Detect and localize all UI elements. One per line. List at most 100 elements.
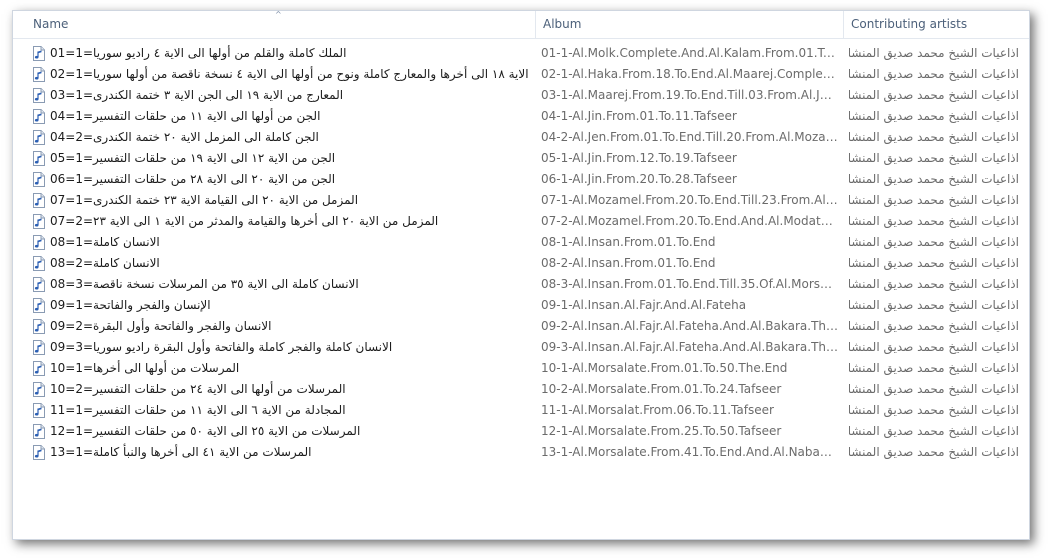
cell-name: المرسلات من الاية ٢٥ الى الاية ٥٠ من حلق… <box>33 421 533 442</box>
cell-name: الجن كاملة الى المزمل الاية ٢٠ ختمة الكن… <box>33 127 533 148</box>
cell-album: 08-1-Al.Insan.From.01.To.End <box>541 235 716 249</box>
cell-name: الجن من أولها الى الاية ١١ من حلقات التف… <box>33 106 533 127</box>
cell-album: 10-1-Al.Morsalate.From.01.To.50.The.End <box>541 361 788 375</box>
audio-file-icon <box>33 361 45 376</box>
cell-contributing-artist: اذاعيات الشيخ محمد صديق المنشاوى <box>849 88 1019 102</box>
table-row[interactable]: الانسان كاملة=1=08 08-1-Al.Insan.From.01.… <box>13 232 1029 253</box>
audio-file-icon <box>33 319 45 334</box>
cell-name: الانسان والفجر والفاتحة وأول البقرة=2=09 <box>33 316 533 337</box>
table-row[interactable]: المجادلة من الاية ٦ الى الاية ١١ من حلقا… <box>13 400 1029 421</box>
table-row[interactable]: المزمل من الاية ٢٠ الى القيامة الاية ٢٣ … <box>13 190 1029 211</box>
audio-file-icon <box>33 88 45 103</box>
table-row[interactable]: الحاقة من الاية ١٨ الى أخرها والمعارج كا… <box>13 64 1029 85</box>
file-name: المزمل من الاية ٢٠ الى أخرها والقيامة وا… <box>50 214 439 228</box>
column-header-contributing-artists[interactable]: Contributing artists <box>843 11 1029 38</box>
cell-album: 07-2-Al.Mozamel.From.20.To.End.And.Al.Mo… <box>541 214 839 228</box>
cell-contributing-artist: اذاعيات الشيخ محمد صديق المنشاوى <box>849 403 1019 417</box>
table-row[interactable]: الجن من الاية ١٢ الى الاية ١٩ من حلقات ا… <box>13 148 1029 169</box>
cell-album: 11-1-Al.Morsalat.From.06.To.11.Tafseer <box>541 403 774 417</box>
cell-album: 08-3-Al.Insan.From.01.To.End.Till.35.Of.… <box>541 277 839 291</box>
file-name: المرسلات من أولها الى الاية ٢٤ من حلقات … <box>50 382 346 396</box>
cell-album: 05-1-Al.Jin.From.12.To.19.Tafseer <box>541 151 737 165</box>
file-name: المرسلات من الاية ٢٥ الى الاية ٥٠ من حلق… <box>50 424 361 438</box>
file-name: المرسلات من أولها الى أخرها=1=10 <box>50 361 240 375</box>
cell-album: 09-1-Al.Insan.Al.Fajr.And.Al.Fateha <box>541 298 747 312</box>
audio-file-icon <box>33 256 45 271</box>
file-name: الانسان كاملة الى الاية ٣٥ من المرسلات ن… <box>50 277 359 291</box>
cell-album: 09-3-Al.Insan.Al.Fajr.Al.Fateha.And.Al.B… <box>541 340 839 354</box>
table-row[interactable]: الانسان كاملة الى الاية ٣٥ من المرسلات ن… <box>13 274 1029 295</box>
cell-album: 09-2-Al.Insan.Al.Fajr.Al.Fateha.And.Al.B… <box>541 319 839 333</box>
table-row[interactable]: الانسان كاملة=2=08 08-2-Al.Insan.From.01.… <box>13 253 1029 274</box>
cell-contributing-artist: اذاعيات الشيخ محمد صديق المنشاوى <box>849 382 1019 396</box>
file-list: الملك كاملة والقلم من أولها الى الاية ٤ … <box>13 43 1029 463</box>
audio-file-icon <box>33 193 45 208</box>
cell-album: 13-1-Al.Morsalate.From.41.To.End.And.Al.… <box>541 445 839 459</box>
cell-contributing-artist: اذاعيات الشيخ محمد صديق المنشاوى <box>849 46 1019 60</box>
file-name: الجن من أولها الى الاية ١١ من حلقات التف… <box>50 109 321 123</box>
cell-name: المجادلة من الاية ٦ الى الاية ١١ من حلقا… <box>33 400 533 421</box>
table-row[interactable]: الانسان والفجر والفاتحة وأول البقرة=2=09… <box>13 316 1029 337</box>
file-name: المجادلة من الاية ٦ الى الاية ١١ من حلقا… <box>50 403 346 417</box>
file-name: الانسان والفجر والفاتحة وأول البقرة=2=09 <box>50 319 272 333</box>
cell-contributing-artist: اذاعيات الشيخ محمد صديق المنشاوى <box>849 424 1019 438</box>
table-row[interactable]: المرسلات من الاية ٤١ الى أخرها والنبأ كا… <box>13 442 1029 463</box>
audio-file-icon <box>33 67 45 82</box>
cell-name: المرسلات من الاية ٤١ الى أخرها والنبأ كا… <box>33 442 533 463</box>
file-name: الملك كاملة والقلم من أولها الى الاية ٤ … <box>50 46 347 60</box>
cell-contributing-artist: اذاعيات الشيخ محمد صديق المنشاوى <box>849 340 1019 354</box>
file-name: المرسلات من الاية ٤١ الى أخرها والنبأ كا… <box>50 445 312 459</box>
cell-album: 10-2-Al.Morsalate.From.01.To.24.Tafseer <box>541 382 782 396</box>
column-header-album[interactable]: Album <box>535 11 843 38</box>
cell-album: 08-2-Al.Insan.From.01.To.End <box>541 256 716 270</box>
column-header-bar: Name ^ Album Contributing artists <box>13 11 1029 39</box>
cell-contributing-artist: اذاعيات الشيخ محمد صديق المنشاوى <box>849 361 1019 375</box>
file-name: المعارج من الاية ١٩ الى الجن الاية ٣ ختم… <box>50 88 344 102</box>
cell-contributing-artist: اذاعيات الشيخ محمد صديق المنشاوى <box>849 298 1019 312</box>
table-row[interactable]: المزمل من الاية ٢٠ الى أخرها والقيامة وا… <box>13 211 1029 232</box>
table-row[interactable]: المرسلات من الاية ٢٥ الى الاية ٥٠ من حلق… <box>13 421 1029 442</box>
file-name: المزمل من الاية ٢٠ الى القيامة الاية ٢٣ … <box>50 193 359 207</box>
cell-name: الجن من الاية ١٢ الى الاية ١٩ من حلقات ا… <box>33 148 533 169</box>
table-row[interactable]: المعارج من الاية ١٩ الى الجن الاية ٣ ختم… <box>13 85 1029 106</box>
file-list-window: Name ^ Album Contributing artists الملك … <box>12 10 1030 540</box>
cell-contributing-artist: اذاعيات الشيخ محمد صديق المنشاوى <box>849 193 1019 207</box>
audio-file-icon <box>33 172 45 187</box>
cell-name: المزمل من الاية ٢٠ الى أخرها والقيامة وا… <box>33 211 533 232</box>
cell-album: 04-2-Al.Jen.From.01.To.End.Till.20.From.… <box>541 130 839 144</box>
cell-contributing-artist: اذاعيات الشيخ محمد صديق المنشاوى <box>849 256 1019 270</box>
cell-name: المرسلات من أولها الى الاية ٢٤ من حلقات … <box>33 379 533 400</box>
cell-contributing-artist: اذاعيات الشيخ محمد صديق المنشاوى <box>849 151 1019 165</box>
table-row[interactable]: الجن كاملة الى المزمل الاية ٢٠ ختمة الكن… <box>13 127 1029 148</box>
audio-file-icon <box>33 424 45 439</box>
audio-file-icon <box>33 382 45 397</box>
audio-file-icon <box>33 298 45 313</box>
cell-album: 12-1-Al.Morsalate.From.25.To.50.Tafseer <box>541 424 782 438</box>
table-row[interactable]: المرسلات من أولها الى أخرها=1=10 10-1-Al.… <box>13 358 1029 379</box>
cell-name: المزمل من الاية ٢٠ الى القيامة الاية ٢٣ … <box>33 190 533 211</box>
cell-name: الانسان كاملة=1=08 <box>33 232 533 253</box>
table-row[interactable]: الإنسان والفجر والفاتحة=1=09 09-1-Al.Insa… <box>13 295 1029 316</box>
cell-album: 02-1-Al.Haka.From.18.To.End.Al.Maarej.Co… <box>541 67 839 81</box>
cell-album: 07-1-Al.Mozamel.From.20.To.End.Till.23.F… <box>541 193 839 207</box>
cell-name: المعارج من الاية ١٩ الى الجن الاية ٣ ختم… <box>33 85 533 106</box>
cell-name: الحاقة من الاية ١٨ الى أخرها والمعارج كا… <box>33 64 533 85</box>
audio-file-icon <box>33 130 45 145</box>
cell-name: الملك كاملة والقلم من أولها الى الاية ٤ … <box>33 43 533 64</box>
table-row[interactable]: الانسان كاملة والفجر كاملة والفاتحة وأول… <box>13 337 1029 358</box>
cell-contributing-artist: اذاعيات الشيخ محمد صديق المنشاوى <box>849 277 1019 291</box>
audio-file-icon <box>33 445 45 460</box>
audio-file-icon <box>33 340 45 355</box>
cell-contributing-artist: اذاعيات الشيخ محمد صديق المنشاوى <box>849 67 1019 81</box>
table-row[interactable]: الملك كاملة والقلم من أولها الى الاية ٤ … <box>13 43 1029 64</box>
audio-file-icon <box>33 277 45 292</box>
cell-album: 03-1-Al.Maarej.From.19.To.End.Till.03.Fr… <box>541 88 839 102</box>
cell-name: الانسان كاملة=2=08 <box>33 253 533 274</box>
table-row[interactable]: الجن من أولها الى الاية ١١ من حلقات التف… <box>13 106 1029 127</box>
table-row[interactable]: الجن من الاية ٢٠ الى الاية ٢٨ من حلقات ا… <box>13 169 1029 190</box>
file-name: الجن من الاية ٢٠ الى الاية ٢٨ من حلقات ا… <box>50 172 336 186</box>
file-name: الانسان كاملة=2=08 <box>50 256 160 270</box>
cell-contributing-artist: اذاعيات الشيخ محمد صديق المنشاوى <box>849 109 1019 123</box>
table-row[interactable]: المرسلات من أولها الى الاية ٢٤ من حلقات … <box>13 379 1029 400</box>
cell-contributing-artist: اذاعيات الشيخ محمد صديق المنشاوى <box>849 319 1019 333</box>
